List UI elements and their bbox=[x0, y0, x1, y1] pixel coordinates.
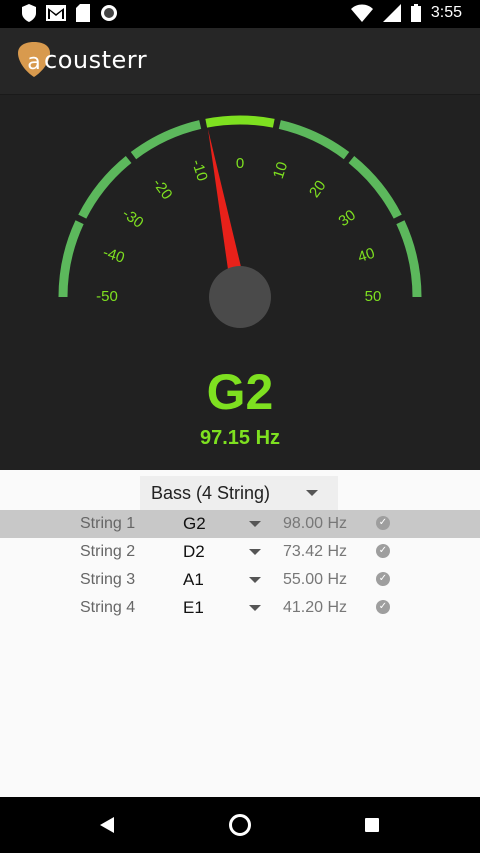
app-bar: a cousterr bbox=[0, 28, 480, 95]
detected-note: G2 bbox=[206, 364, 274, 420]
chevron-down-icon[interactable] bbox=[249, 577, 261, 583]
check-circle-icon: ✓ bbox=[376, 572, 390, 586]
gauge-arc-segment bbox=[396, 220, 422, 298]
gauge-scale-label: 20 bbox=[306, 177, 330, 200]
string-name: String 3 bbox=[80, 571, 136, 588]
brand-logo-letter: a bbox=[27, 50, 40, 75]
gauge-svg: -50 -40 -30-20 -10 0 10 20 30 40 50 bbox=[58, 115, 422, 328]
gauge-scale-label: -20 bbox=[149, 175, 176, 203]
status-bar: 3:55 bbox=[0, 0, 480, 28]
gauge-scale-label: 40 bbox=[356, 245, 377, 266]
gauge-scale-label: -40 bbox=[101, 244, 127, 267]
wifi-icon bbox=[350, 4, 373, 22]
string-row[interactable]: String 3 A1 55.00 Hz ✓ bbox=[0, 566, 480, 594]
string-row[interactable]: String 2 D2 73.42 Hz ✓ bbox=[0, 538, 480, 566]
tuning-dropdown[interactable]: Bass (4 String) bbox=[140, 476, 338, 510]
check-circle-icon: ✓ bbox=[376, 600, 390, 614]
gauge-arc-segment bbox=[130, 120, 202, 160]
check-circle-icon: ✓ bbox=[376, 544, 390, 558]
string-frequency: 73.42 Hz bbox=[283, 543, 348, 560]
gauge-scale-label: 10 bbox=[270, 160, 291, 181]
back-icon[interactable] bbox=[100, 817, 114, 833]
string-note[interactable]: G2 bbox=[183, 514, 206, 534]
string-note[interactable]: D2 bbox=[183, 542, 205, 562]
shield-icon bbox=[22, 4, 36, 22]
home-icon[interactable] bbox=[229, 814, 251, 836]
string-name: String 4 bbox=[80, 599, 136, 616]
chevron-down-icon[interactable] bbox=[249, 521, 261, 527]
check-circle-icon: ✓ bbox=[376, 516, 390, 530]
recents-icon[interactable] bbox=[365, 818, 379, 832]
status-time: 3:55 bbox=[430, 4, 462, 21]
gauge-scale-label: -30 bbox=[119, 205, 147, 232]
string-name: String 1 bbox=[80, 515, 136, 532]
gauge-scale-label: 0 bbox=[236, 155, 244, 172]
string-frequency: 55.00 Hz bbox=[283, 571, 348, 588]
string-frequency: 98.00 Hz bbox=[283, 515, 348, 532]
string-row[interactable]: String 4 E1 41.20 Hz ✓ bbox=[0, 594, 480, 622]
navigation-bar bbox=[0, 797, 480, 853]
circle-icon bbox=[101, 5, 117, 21]
brand-name: cousterr bbox=[44, 46, 148, 74]
brand-logo: a cousterr bbox=[18, 42, 147, 78]
gauge-scale-label: -50 bbox=[96, 288, 118, 305]
string-note[interactable]: A1 bbox=[183, 570, 204, 590]
chevron-down-icon bbox=[306, 490, 318, 496]
gauge-scale-label: -10 bbox=[188, 157, 211, 183]
tuning-panel: Bass (4 String) String 1 G2 98.00 Hz ✓ S… bbox=[0, 470, 480, 797]
tuning-dropdown-label: Bass (4 String) bbox=[151, 482, 271, 503]
gauge-arc-segment bbox=[78, 155, 132, 219]
signal-icon bbox=[382, 4, 401, 22]
gauge-arc-segment bbox=[278, 120, 350, 160]
gauge-center-segment bbox=[205, 115, 275, 128]
string-frequency: 41.20 Hz bbox=[283, 599, 348, 616]
chevron-down-icon[interactable] bbox=[249, 549, 261, 555]
string-row[interactable]: String 1 G2 98.00 Hz ✓ bbox=[0, 510, 480, 538]
battery-icon bbox=[410, 4, 421, 22]
detected-frequency: 97.15 Hz bbox=[199, 427, 281, 449]
gmail-icon bbox=[46, 5, 66, 21]
gauge-hub bbox=[209, 266, 271, 328]
gauge-scale-label: 50 bbox=[365, 288, 382, 305]
chevron-down-icon[interactable] bbox=[249, 605, 261, 611]
string-note[interactable]: E1 bbox=[183, 598, 204, 618]
gauge-arc-segment bbox=[58, 220, 84, 298]
gauge-scale-label: 30 bbox=[336, 207, 359, 231]
tuner-gauge: -50 -40 -30 -20 -10 0 10 20 30 40 50 G2 97.15 Hz bbox=[0, 95, 480, 470]
string-name: String 2 bbox=[80, 543, 136, 560]
sd-card-icon bbox=[76, 4, 90, 22]
gauge-arc-segment bbox=[348, 155, 402, 219]
